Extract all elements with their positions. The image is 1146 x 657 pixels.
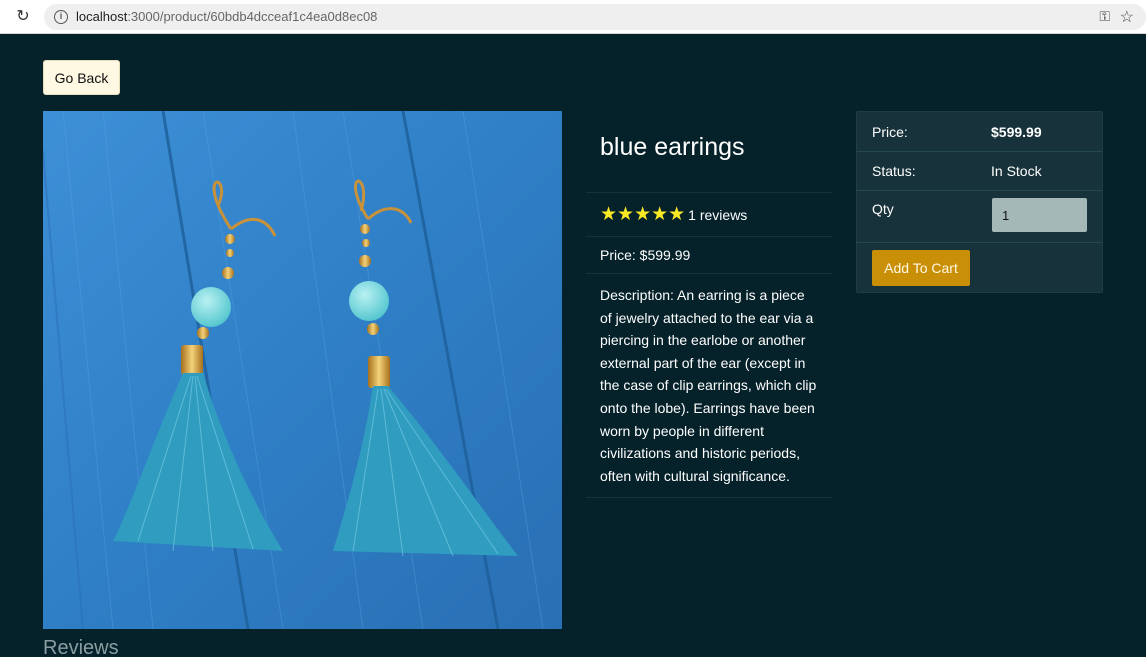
card-qty-label: Qty <box>872 201 894 217</box>
card-status-value: In Stock <box>991 163 1042 179</box>
key-icon[interactable]: ⚿ <box>1099 8 1110 25</box>
info-icon[interactable]: i <box>54 10 68 24</box>
browser-toolbar: ↻ i localhost:3000/product/60bdb4dcceaf1… <box>0 0 1146 34</box>
rating: ★★★★★ 1 reviews <box>586 193 832 237</box>
product-details: blue earrings ★★★★★ 1 reviews Price: $59… <box>586 111 832 499</box>
card-status-row: Status: In Stock <box>857 152 1102 191</box>
url-host: localhost <box>76 9 128 24</box>
product-image <box>43 111 562 629</box>
url-text: localhost:3000/product/60bdb4dcceaf1c4ea… <box>76 9 377 24</box>
card-price-value: $599.99 <box>991 124 1042 140</box>
product-price: Price: $599.99 <box>586 237 832 274</box>
reviews-heading: Reviews <box>43 637 119 657</box>
product-title: blue earrings <box>586 111 832 193</box>
reload-icon[interactable]: ↻ <box>12 6 34 28</box>
review-count: 1 reviews <box>688 206 748 223</box>
go-back-button[interactable]: Go Back <box>43 60 120 95</box>
card-price-row: Price: $599.99 <box>857 112 1102 152</box>
card-status-label: Status: <box>872 163 916 179</box>
card-price-label: Price: <box>872 124 908 140</box>
url-path: :3000/product/60bdb4dcceaf1c4ea0d8ec08 <box>127 9 378 24</box>
address-bar[interactable]: i localhost:3000/product/60bdb4dcceaf1c4… <box>44 4 1146 30</box>
purchase-card: Price: $599.99 Status: In Stock Qty 1 Ad… <box>856 111 1103 293</box>
add-to-cart-button[interactable]: Add To Cart <box>872 250 970 286</box>
bookmark-star-icon[interactable]: ☆ <box>1120 7 1134 27</box>
rating-stars-icon: ★★★★★ <box>600 204 686 225</box>
product-description: Description: An earring is a piece of je… <box>586 274 832 499</box>
quantity-select[interactable]: 1 <box>992 198 1087 232</box>
